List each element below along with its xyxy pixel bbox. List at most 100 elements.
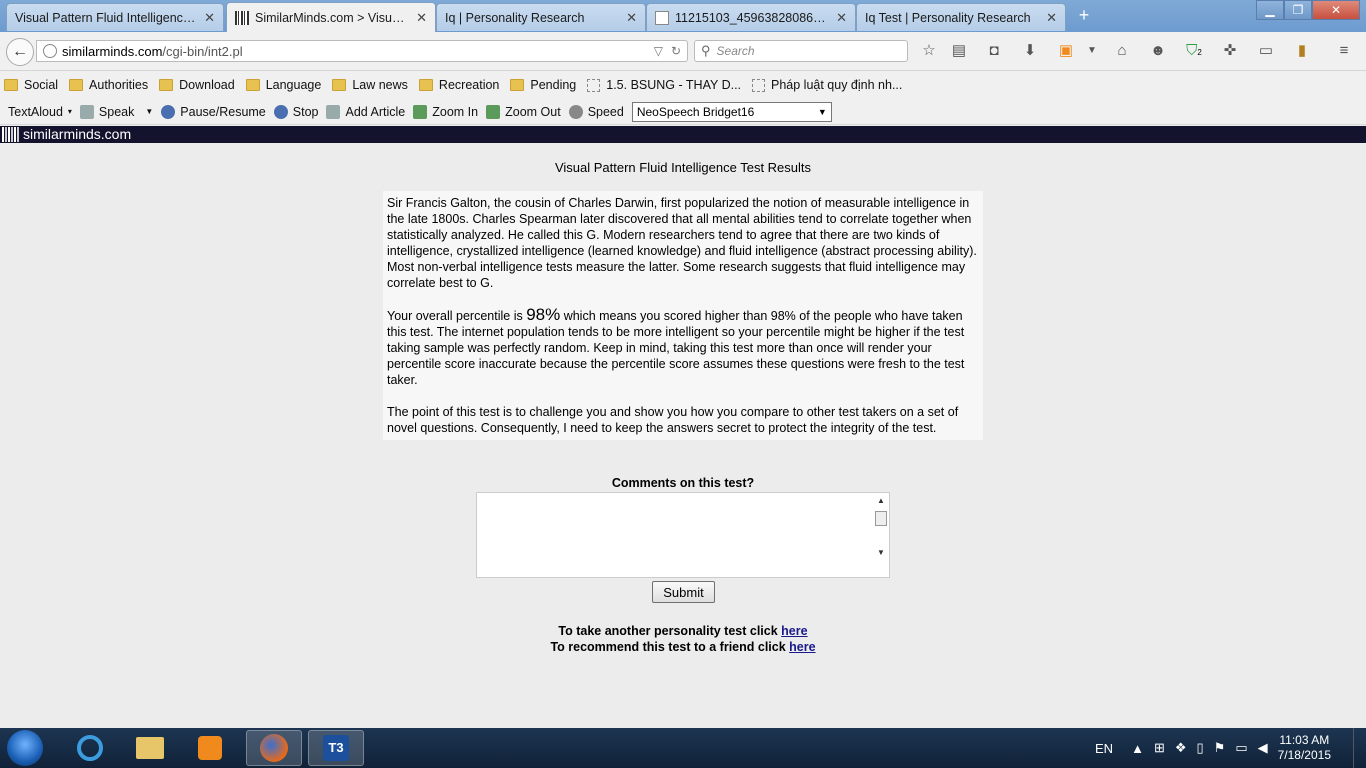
bookmark-language[interactable]: Language (245, 78, 321, 92)
speed-button[interactable]: Speed (568, 104, 624, 119)
tab-similarminds[interactable]: SimilarMinds.com > Visual... ✕ (226, 2, 436, 32)
clipboard-icon[interactable]: ▯ (1197, 740, 1204, 756)
windows-flag-icon[interactable]: ⊞ (1154, 740, 1165, 756)
folder-icon (159, 79, 174, 91)
textarea-scrollbar[interactable]: ▲ ▼ (874, 494, 888, 562)
restore-icon[interactable]: ❐ (1284, 0, 1312, 20)
bookmark-pending[interactable]: Pending (510, 78, 576, 92)
search-icon: ⚲ (701, 43, 711, 58)
addon-dropdown-icon[interactable]: ▼ (1082, 42, 1102, 60)
internet-explorer-icon[interactable] (62, 730, 118, 766)
speed-dial-icon (568, 104, 583, 119)
dropbox-icon[interactable]: ❖ (1175, 740, 1187, 756)
close-icon[interactable]: ✕ (204, 10, 215, 26)
globe-icon (43, 44, 57, 58)
firefox-icon[interactable] (246, 730, 302, 766)
page-icon (752, 78, 766, 92)
windows-taskbar: T3 EN ▲ ⊞ ❖ ▯ ⚑ ▭ ◀ 11:03 AM 7/18/2015 (0, 728, 1366, 768)
zoom-in-button[interactable]: Zoom In (413, 104, 478, 119)
zoom-out-button[interactable]: Zoom Out (486, 104, 561, 119)
bookmark-authorities[interactable]: Authorities (69, 78, 148, 92)
bookmark-social[interactable]: Social (4, 78, 58, 92)
browser-tab-bar: Visual Pattern Fluid Intelligence... ✕ S… (0, 0, 1366, 32)
reading-list-icon[interactable]: ▤ (949, 42, 969, 60)
chevron-down-icon[interactable]: ▼ (145, 107, 153, 116)
bookmark-star-icon[interactable]: ☆ (919, 42, 939, 60)
tray-expand-icon[interactable]: ▲ (1131, 741, 1144, 756)
tab-iq-test[interactable]: Iq Test | Personality Research ✕ (856, 3, 1066, 31)
clock[interactable]: 11:03 AM 7/18/2015 (1278, 733, 1331, 763)
dropdown-arrow-icon[interactable]: ▽ (654, 44, 663, 58)
bookmark-label: Recreation (438, 78, 500, 92)
tab-image-file[interactable]: 11215103_459638280864702... ✕ (646, 3, 856, 31)
pause-resume-label: Pause/Resume (180, 104, 266, 119)
comments-label: Comments on this test? (611, 476, 755, 490)
bookmark-recreation[interactable]: Recreation (418, 78, 500, 92)
t3-logo-icon: T3 (323, 735, 349, 761)
action-center-flag-icon[interactable]: ⚑ (1214, 740, 1226, 756)
file-explorer-icon[interactable] (122, 730, 178, 766)
comments-textarea[interactable] (476, 492, 890, 578)
bookmark-download[interactable]: Download (159, 78, 235, 92)
add-article-label: Add Article (345, 104, 406, 119)
menu-hamburger-icon[interactable]: ≡ (1334, 42, 1354, 60)
chat-icon[interactable]: ☻ (1148, 42, 1168, 60)
scroll-thumb[interactable] (875, 511, 887, 526)
reload-icon[interactable]: ↻ (671, 44, 681, 58)
voice-select[interactable]: NeoSpeech Bridget16 ▼ (631, 101, 832, 122)
shield-addon-icon[interactable]: ⛉2 (1184, 42, 1204, 60)
show-desktop-button[interactable] (1353, 728, 1366, 768)
close-icon[interactable]: ✕ (1046, 10, 1057, 26)
rss-addon-icon[interactable]: ▣ (1056, 42, 1076, 60)
pause-icon (161, 104, 176, 119)
url-text[interactable]: similarminds.com/cgi-bin/int2.pl (62, 44, 654, 59)
new-tab-plus-icon[interactable]: + (1074, 5, 1094, 25)
close-icon[interactable]: ✕ (836, 10, 847, 26)
language-indicator[interactable]: EN (1095, 741, 1113, 756)
pocket-icon[interactable]: ◘ (984, 42, 1004, 60)
puzzle-addon-icon[interactable]: ✜ (1220, 42, 1240, 60)
note-addon-icon[interactable]: ▮ (1292, 42, 1312, 60)
back-arrow-icon[interactable]: ← (6, 38, 34, 66)
speak-button[interactable]: Speak ▼ (79, 104, 153, 119)
window-close-icon[interactable]: ✕ (1312, 0, 1360, 20)
bookmark-law-news[interactable]: Law news (332, 78, 408, 92)
url-bar[interactable]: similarminds.com/cgi-bin/int2.pl ▽ ↻ (36, 40, 688, 62)
pause-resume-button[interactable]: Pause/Resume (161, 104, 266, 119)
percentile-value: 98% (526, 305, 561, 324)
minimize-icon[interactable]: ▁ (1256, 0, 1284, 20)
tab-iq-personality[interactable]: Iq | Personality Research ✕ (436, 3, 646, 31)
similarminds-favicon-icon (235, 10, 249, 25)
tab-title: SimilarMinds.com > Visual... (255, 10, 411, 25)
folder-icon (245, 79, 260, 91)
add-article-button[interactable]: Add Article (326, 104, 406, 119)
scroll-up-arrow-icon[interactable]: ▲ (877, 496, 885, 505)
submit-button[interactable]: Submit (652, 581, 715, 603)
bookmark-bsung[interactable]: 1.5. BSUNG - THAY D... (587, 78, 741, 92)
results-text-box: Sir Francis Galton, the cousin of Charle… (383, 191, 983, 440)
close-icon[interactable]: ✕ (416, 10, 427, 26)
stop-button[interactable]: Stop (273, 104, 318, 119)
home-icon[interactable]: ⌂ (1112, 42, 1132, 60)
window-addon-icon[interactable]: ▭ (1256, 42, 1276, 60)
scroll-down-arrow-icon[interactable]: ▼ (877, 548, 885, 557)
start-button-icon[interactable] (7, 730, 43, 766)
chevron-down-icon: ▼ (817, 106, 827, 117)
bookmark-phap-luat[interactable]: Pháp luật quy định nh... (752, 78, 902, 92)
search-input[interactable]: ⚲ Search (694, 40, 908, 62)
volume-icon[interactable]: ◀ (1258, 740, 1268, 756)
t3-app-icon[interactable]: T3 (308, 730, 364, 766)
download-arrow-icon[interactable]: ⬇ (1020, 42, 1040, 60)
another-test-link[interactable]: here (781, 624, 807, 638)
clock-date: 7/18/2015 (1277, 748, 1331, 762)
recommend-link[interactable]: here (789, 640, 815, 654)
network-icon[interactable]: ▭ (1235, 740, 1247, 756)
close-icon[interactable]: ✕ (626, 10, 637, 26)
textaloud-menu[interactable]: TextAloud ▾ (8, 105, 72, 119)
media-player-icon[interactable] (182, 730, 238, 766)
tab-visual-pattern[interactable]: Visual Pattern Fluid Intelligence... ✕ (6, 3, 224, 31)
page-content: Visual Pattern Fluid Intelligence Test R… (0, 143, 1366, 728)
url-host: similarminds.com (62, 43, 163, 59)
clock-time: 11:03 AM (1279, 733, 1330, 747)
site-name[interactable]: similarminds.com (23, 126, 131, 143)
